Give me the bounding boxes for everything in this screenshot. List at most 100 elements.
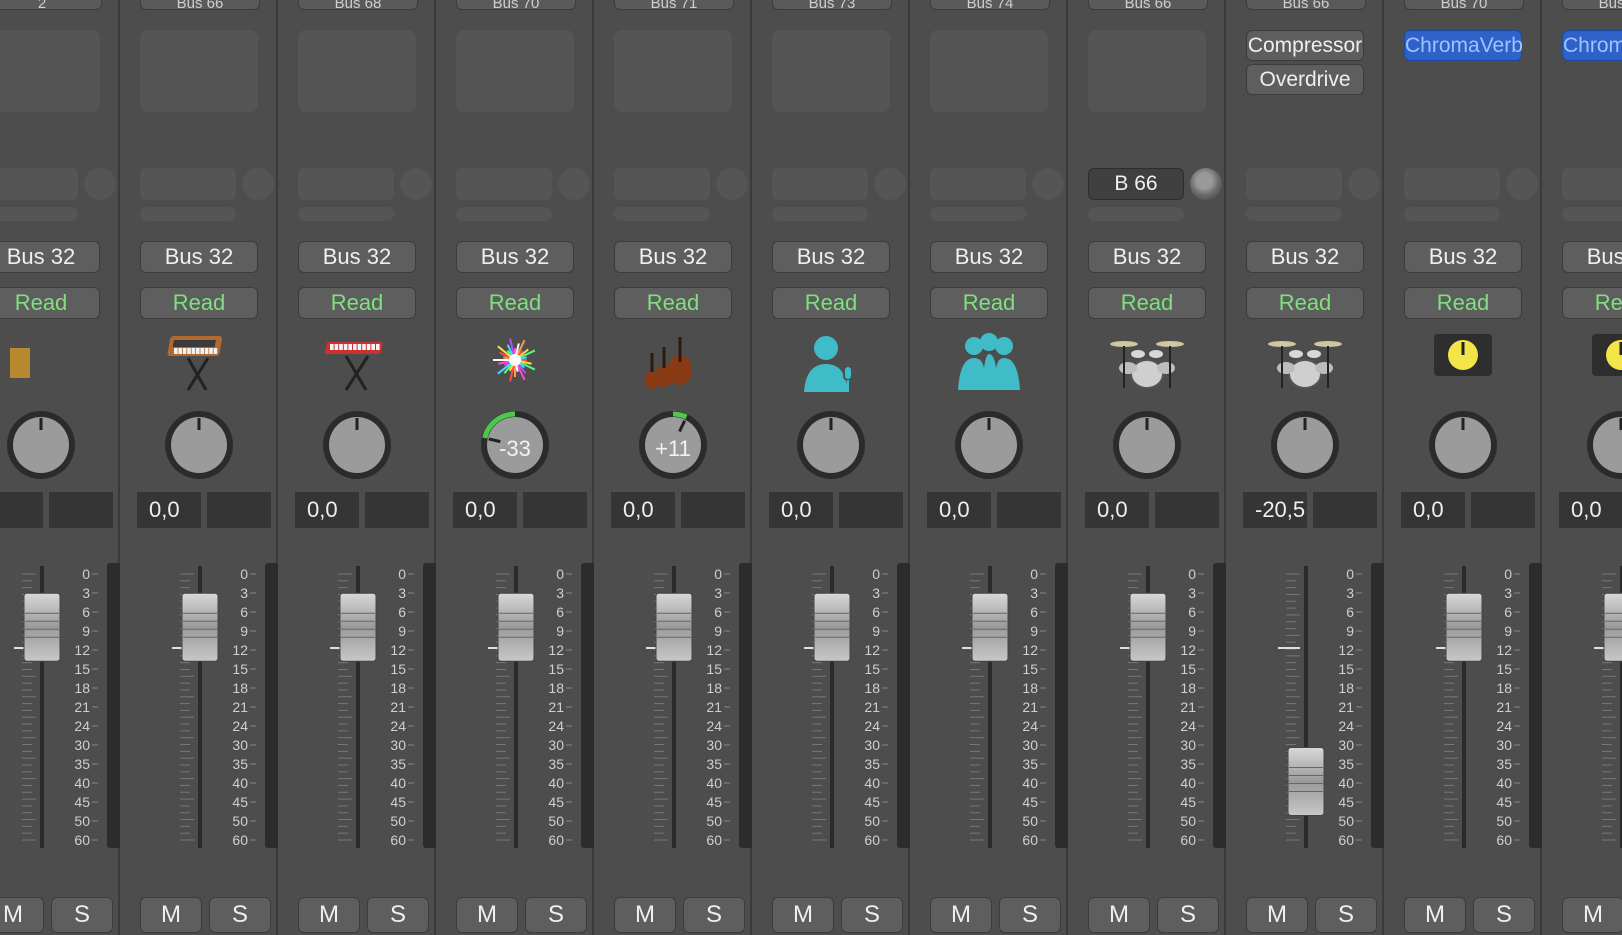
strings-section-icon[interactable] <box>634 328 712 398</box>
pan-knob[interactable] <box>1269 409 1341 481</box>
send-slot[interactable] <box>140 168 236 200</box>
volume-value[interactable]: 0,0 <box>1085 492 1149 528</box>
mute-button[interactable]: M <box>0 897 44 933</box>
automation-mode-button[interactable]: Read <box>1562 287 1622 319</box>
insert-plugin-button[interactable]: Compressor <box>1246 30 1364 61</box>
mute-button[interactable]: M <box>1404 897 1466 933</box>
volume-value[interactable]: 0,0 <box>137 492 201 528</box>
insert-slot[interactable] <box>298 30 416 112</box>
send-slot[interactable] <box>1246 168 1342 200</box>
send-level-knob[interactable] <box>558 168 590 200</box>
output-button[interactable]: Bus 32 <box>1562 241 1622 273</box>
automation-mode-button[interactable]: Read <box>772 287 890 319</box>
mute-button[interactable]: M <box>1562 897 1622 933</box>
send-level-knob[interactable] <box>1506 168 1538 200</box>
automation-mode-button[interactable]: Read <box>0 287 100 319</box>
send-slot[interactable] <box>1562 168 1622 200</box>
volume-fader[interactable]: 03691215182124303540455060 <box>802 560 912 850</box>
solo-button[interactable]: S <box>525 897 587 933</box>
insert-slot[interactable] <box>0 30 100 112</box>
volume-value[interactable]: -20,5 <box>1243 492 1307 528</box>
send-slot[interactable] <box>930 168 1026 200</box>
volume-fader[interactable]: 03691215182124303540455060 <box>1118 560 1228 850</box>
volume-fader[interactable]: 03691215182124303540455060 <box>960 560 1070 850</box>
sparkle-burst-icon[interactable] <box>476 328 554 398</box>
output-button[interactable]: Bus 32 <box>614 241 732 273</box>
volume-fader[interactable]: 03691215182124303540455060 <box>328 560 438 850</box>
send-slot[interactable] <box>0 168 78 200</box>
pan-knob[interactable] <box>321 409 393 481</box>
mute-button[interactable]: M <box>140 897 202 933</box>
insert-slot[interactable] <box>456 30 574 112</box>
pan-knob[interactable] <box>1427 409 1499 481</box>
input-bus-tab[interactable]: Bus 70 <box>1404 0 1524 10</box>
automation-mode-button[interactable]: Read <box>140 287 258 319</box>
mute-button[interactable]: M <box>456 897 518 933</box>
input-bus-tab[interactable]: Bus 77 <box>1562 0 1622 10</box>
solo-button[interactable]: S <box>367 897 429 933</box>
fader-cap[interactable] <box>813 592 851 662</box>
mute-button[interactable]: M <box>1088 897 1150 933</box>
fader-cap[interactable] <box>181 592 219 662</box>
solo-button[interactable]: S <box>1473 897 1535 933</box>
send-level-knob[interactable] <box>874 168 906 200</box>
output-button[interactable]: Bus 32 <box>772 241 890 273</box>
vocalist-icon[interactable] <box>792 328 870 398</box>
insert-slot[interactable] <box>1088 30 1206 112</box>
send-level-knob[interactable] <box>84 168 116 200</box>
volume-fader[interactable]: 03691215182124303540455060 <box>644 560 754 850</box>
volume-value[interactable]: 0,0 <box>1401 492 1465 528</box>
volume-value[interactable]: 0,0 <box>1559 492 1622 528</box>
send-slot[interactable] <box>456 168 552 200</box>
solo-button[interactable]: S <box>999 897 1061 933</box>
input-bus-tab[interactable]: Bus 70 <box>456 0 576 10</box>
solo-button[interactable]: S <box>209 897 271 933</box>
electric-piano-icon[interactable] <box>318 328 396 398</box>
drum-kit-icon[interactable] <box>1266 328 1344 398</box>
fader-cap[interactable] <box>1129 592 1167 662</box>
output-button[interactable]: Bus 32 <box>298 241 416 273</box>
output-button[interactable]: Bus 32 <box>0 241 100 273</box>
send-slot[interactable] <box>614 168 710 200</box>
pan-knob[interactable] <box>1111 409 1183 481</box>
synth-keyboard-icon[interactable] <box>160 328 238 398</box>
fader-cap[interactable] <box>1287 746 1325 816</box>
input-bus-tab[interactable]: Bus 74 <box>930 0 1050 10</box>
input-bus-tab[interactable]: Bus 73 <box>772 0 892 10</box>
output-button[interactable]: Bus 32 <box>456 241 574 273</box>
output-button[interactable]: Bus 32 <box>1088 241 1206 273</box>
volume-value[interactable]: 0,0 <box>769 492 833 528</box>
fader-cap[interactable] <box>23 592 61 662</box>
automation-mode-button[interactable]: Read <box>1404 287 1522 319</box>
automation-mode-button[interactable]: Read <box>1246 287 1364 319</box>
aux-knob-icon[interactable] <box>1424 328 1502 398</box>
pan-knob[interactable] <box>163 409 235 481</box>
fader-cap[interactable] <box>1445 592 1483 662</box>
mute-button[interactable]: M <box>1246 897 1308 933</box>
send-slot[interactable] <box>772 168 868 200</box>
pan-knob[interactable] <box>1585 409 1622 481</box>
solo-button[interactable]: S <box>1157 897 1219 933</box>
volume-value[interactable]: 0,0 <box>453 492 517 528</box>
insert-plugin-button[interactable]: ChromaVerb <box>1562 30 1622 61</box>
volume-value[interactable] <box>0 492 43 528</box>
output-button[interactable]: Bus 32 <box>1404 241 1522 273</box>
pan-knob[interactable] <box>795 409 867 481</box>
mute-button[interactable]: M <box>614 897 676 933</box>
insert-slot[interactable] <box>930 30 1048 112</box>
send-level-knob[interactable] <box>716 168 748 200</box>
volume-fader[interactable]: 03691215182124303540455060 <box>12 560 122 850</box>
send-level-knob[interactable] <box>1348 168 1380 200</box>
solo-button[interactable]: S <box>841 897 903 933</box>
aux-knob-icon[interactable] <box>1582 328 1622 398</box>
insert-slot[interactable] <box>614 30 732 112</box>
automation-mode-button[interactable]: Read <box>930 287 1048 319</box>
input-bus-tab[interactable]: Bus 71 <box>614 0 734 10</box>
volume-fader[interactable]: 03691215182124303540455060 <box>170 560 280 850</box>
output-button[interactable]: Bus 32 <box>930 241 1048 273</box>
pan-knob[interactable] <box>953 409 1025 481</box>
send-slot[interactable]: B 66 <box>1088 168 1184 200</box>
solo-button[interactable]: S <box>51 897 113 933</box>
volume-fader[interactable]: 03691215182124303540455060 <box>486 560 596 850</box>
volume-fader[interactable]: 03691215182124303540455060 <box>1592 560 1622 850</box>
